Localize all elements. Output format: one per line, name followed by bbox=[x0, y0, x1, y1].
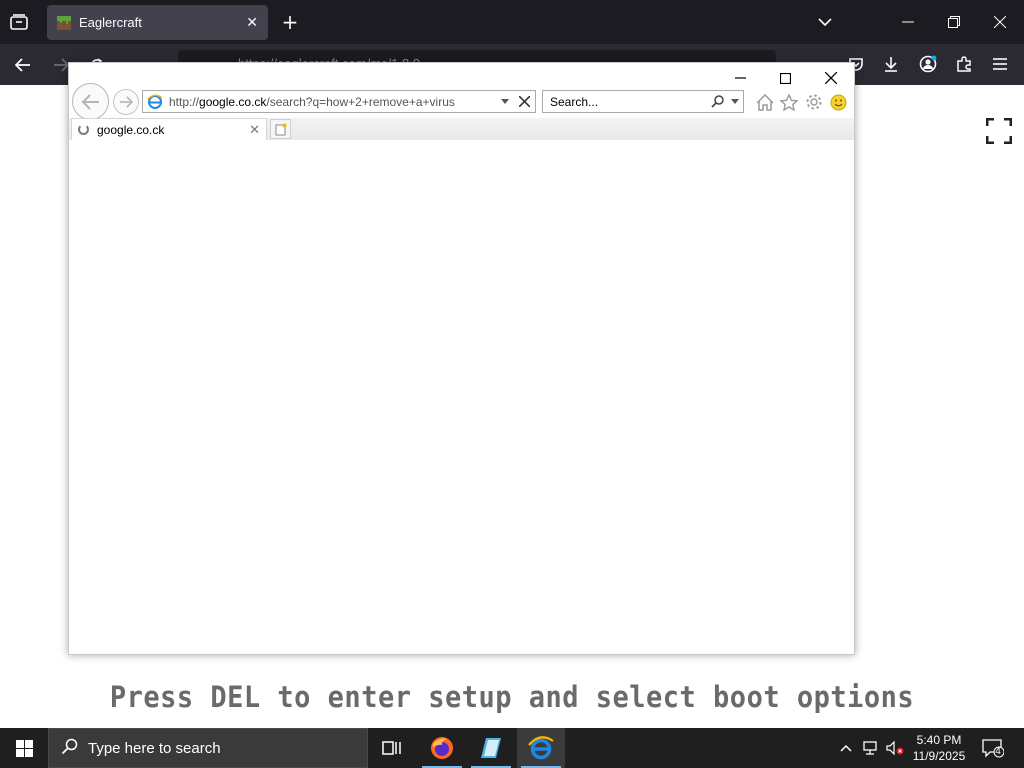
search-dropdown-icon[interactable] bbox=[727, 99, 743, 104]
firefox-tab-bar: Eaglercraft ✕ + bbox=[0, 0, 1024, 44]
tab-title: Eaglercraft bbox=[79, 15, 142, 30]
windows-start-icon[interactable] bbox=[0, 728, 48, 768]
clock-date: 11/9/2025 bbox=[912, 749, 966, 763]
ie-close-tab-icon[interactable]: ✕ bbox=[249, 122, 260, 138]
notification-count-badge: 4 bbox=[995, 746, 1001, 757]
chevron-down-icon[interactable] bbox=[815, 12, 835, 32]
ie-tab-title: google.co.ck bbox=[97, 122, 165, 137]
restore-icon[interactable] bbox=[944, 12, 964, 32]
close-tab-icon[interactable]: ✕ bbox=[246, 14, 258, 31]
network-icon[interactable] bbox=[860, 728, 882, 768]
search-icon[interactable] bbox=[707, 95, 727, 108]
taskbar-search-icon bbox=[61, 738, 78, 759]
ie-maximize-icon[interactable] bbox=[770, 67, 800, 89]
ie-page-icon bbox=[145, 94, 165, 110]
favorites-star-icon[interactable] bbox=[778, 91, 800, 113]
ie-close-icon[interactable] bbox=[816, 67, 846, 89]
ie-tab-google[interactable]: google.co.ck ✕ bbox=[71, 118, 267, 140]
minimize-icon[interactable] bbox=[898, 12, 918, 32]
loading-spinner-icon bbox=[78, 124, 89, 135]
taskbar-search-placeholder: Type here to search bbox=[88, 739, 221, 757]
ie-window: http://google.co.ck/search?q=how+2+remov… bbox=[68, 62, 855, 655]
menu-icon[interactable] bbox=[990, 54, 1010, 74]
task-view-icon[interactable] bbox=[368, 728, 416, 768]
ie-url-text: http://google.co.ck/search?q=how+2+remov… bbox=[165, 95, 497, 109]
notepad-app-icon[interactable] bbox=[467, 728, 515, 768]
tools-gear-icon[interactable] bbox=[803, 91, 825, 113]
show-hidden-icons-chevron-icon[interactable] bbox=[836, 728, 856, 768]
clock-time: 5:40 PM bbox=[916, 733, 962, 747]
ie-address-bar[interactable]: http://google.co.ck/search?q=how+2+remov… bbox=[142, 90, 536, 113]
grass-block-icon bbox=[57, 15, 71, 30]
ie-forward-button[interactable] bbox=[113, 89, 139, 115]
firefox-taskbar-icon[interactable] bbox=[418, 728, 466, 768]
ie-stop-icon[interactable] bbox=[513, 96, 535, 107]
fullscreen-icon[interactable] bbox=[985, 117, 1013, 145]
new-tab-icon[interactable]: + bbox=[280, 10, 300, 34]
action-center-icon[interactable]: 4 bbox=[980, 728, 1006, 768]
url-path: /search?q=how+2+remove+a+virus bbox=[266, 94, 455, 109]
ie-minimize-icon[interactable] bbox=[725, 67, 755, 89]
internet-explorer-taskbar-icon[interactable] bbox=[517, 728, 565, 768]
ie-back-button[interactable] bbox=[72, 83, 109, 120]
ie-new-tab-icon[interactable] bbox=[270, 119, 291, 139]
tab-eaglercraft[interactable]: Eaglercraft ✕ bbox=[47, 5, 268, 40]
ie-search-box[interactable] bbox=[542, 90, 744, 113]
taskbar-clock[interactable]: 5:40 PM 11/9/2025 bbox=[906, 732, 972, 764]
back-arrow-icon[interactable] bbox=[12, 54, 34, 76]
url-host: google.co.ck bbox=[199, 94, 267, 109]
list-all-tabs-icon[interactable] bbox=[8, 12, 30, 32]
taskbar-search-box[interactable]: Type here to search bbox=[48, 728, 368, 768]
account-icon[interactable] bbox=[918, 54, 938, 74]
boot-message: Press DEL to enter setup and select boot… bbox=[109, 680, 915, 715]
taskbar: Type here to search 5:40 PM 11/9/2025 4 bbox=[0, 728, 1024, 768]
ie-search-input[interactable] bbox=[550, 94, 707, 109]
url-scheme: http:// bbox=[169, 94, 200, 109]
ie-address-dropdown-icon[interactable] bbox=[497, 99, 513, 104]
extensions-icon[interactable] bbox=[954, 54, 974, 74]
close-window-icon[interactable] bbox=[990, 12, 1010, 32]
smiley-feedback-icon[interactable] bbox=[827, 91, 849, 113]
downloads-icon[interactable] bbox=[881, 54, 901, 74]
home-icon[interactable] bbox=[754, 91, 776, 113]
volume-muted-icon[interactable] bbox=[884, 728, 906, 768]
